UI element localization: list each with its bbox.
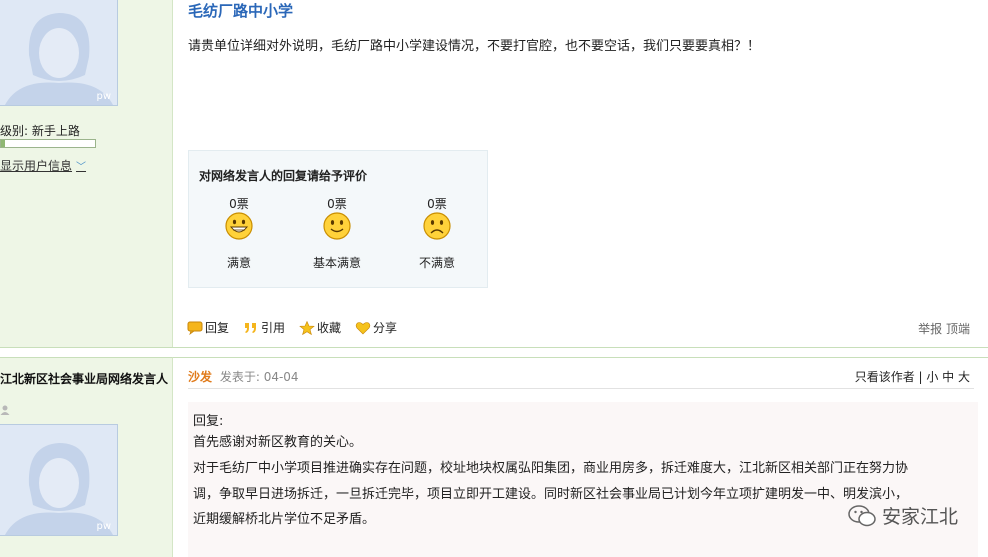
rating-label: 满意 [226, 256, 251, 270]
reply-content: 回复: 首先感谢对新区教育的关心。 对于毛纺厂中小学项目推进确实存在问题，校址地… [188, 402, 978, 557]
chevron-down-icon: ﹀ [76, 162, 87, 173]
smile-face-icon[interactable] [322, 211, 352, 241]
reply-bubble-icon [187, 321, 203, 335]
author-sidebar-2: 江北新区社会事业局网络发言人 pw [0, 357, 172, 557]
reply-button[interactable]: 回复 [187, 319, 229, 336]
avatar-silhouette-icon [0, 425, 117, 535]
post-body: 请贵单位详细对外说明，毛纺厂路中小学建设情况，不要打官腔，也不要空话，我们只要要… [188, 39, 761, 54]
vote-count: 0票 [427, 197, 447, 211]
sad-face-icon[interactable] [422, 211, 452, 241]
reply-label: 回复 [205, 321, 230, 335]
level-progress [0, 139, 96, 148]
favorite-button[interactable]: 收藏 [299, 319, 341, 336]
post-tools: 举报 顶端 [918, 320, 970, 337]
post-divider [0, 347, 988, 357]
watermark-text: 安家江北 [881, 506, 958, 528]
author-sidebar: pw 级别: 新手上路 显示用户信息 ﹀ [0, 0, 172, 347]
user-level: 级别: 新手上路 [0, 124, 80, 138]
reply-line: 近期缓解桥北片学位不足矛盾。 [193, 512, 376, 527]
post-actions: 回复 引用 收藏 分享 [187, 319, 397, 336]
vote-count: 0票 [327, 197, 347, 211]
avatar[interactable]: pw [0, 424, 118, 536]
rating-panel: 对网络发言人的回复请给予评价 0票 满意 0票 基本满意 0票 不满意 [188, 150, 488, 288]
heart-icon [355, 321, 371, 334]
post-meta: 沙发 发表于: 04-04 [188, 368, 299, 385]
star-icon [299, 320, 315, 335]
reply-line: 回复: [193, 414, 224, 429]
view-tools[interactable]: 只看该作者 | 小 中 大 [855, 368, 970, 385]
avatar-tag: pw [96, 521, 111, 532]
quote-label: 引用 [261, 321, 286, 335]
floor-label: 沙发 [188, 370, 213, 384]
reply-line: 首先感谢对新区教育的关心。 [193, 435, 363, 450]
avatar-tag: pw [96, 91, 111, 102]
user-status-icon [0, 405, 10, 415]
quote-button[interactable]: 引用 [243, 319, 285, 336]
rating-option-satisfied[interactable]: 0票 满意 [189, 195, 289, 271]
show-user-info-link[interactable]: 显示用户信息 ﹀ [0, 157, 86, 174]
rating-option-basic[interactable]: 0票 基本满意 [287, 195, 387, 271]
author-name[interactable]: 江北新区社会事业局网络发言人 [0, 371, 168, 387]
meta-divider [188, 388, 974, 389]
avatar[interactable]: pw [0, 0, 118, 106]
show-user-info-label: 显示用户信息 [0, 159, 73, 173]
rating-title: 对网络发言人的回复请给予评价 [199, 169, 368, 183]
share-label: 分享 [373, 321, 398, 335]
watermark: 安家江北 [848, 502, 958, 529]
post-title: 毛纺厂路中小学 [188, 2, 294, 20]
top-link[interactable]: 顶端 [946, 322, 970, 336]
quote-icon [245, 322, 257, 333]
rating-option-unsatisfied[interactable]: 0票 不满意 [387, 195, 487, 271]
post-time: 发表于: 04-04 [219, 370, 299, 384]
favorite-label: 收藏 [317, 321, 342, 335]
post-main: 毛纺厂路中小学 请贵单位详细对外说明，毛纺厂路中小学建设情况，不要打官腔，也不要… [172, 0, 988, 347]
rating-label: 不满意 [418, 256, 455, 270]
share-button[interactable]: 分享 [355, 319, 397, 336]
reply-line: 调，争取早日进场拆迁，一旦拆迁完毕，项目立即开工建设。同时新区社会事业局已计划今… [193, 487, 909, 502]
reply-line: 对于毛纺厂中小学项目推进确实存在问题，校址地块权属弘阳集团，商业用房多，拆迁难度… [193, 461, 909, 476]
level-progress-fill [1, 140, 5, 147]
vote-count: 0票 [229, 197, 249, 211]
rating-label: 基本满意 [312, 256, 361, 270]
grin-face-icon[interactable] [224, 211, 254, 241]
wechat-icon [848, 504, 876, 526]
report-link[interactable]: 举报 [918, 322, 942, 336]
